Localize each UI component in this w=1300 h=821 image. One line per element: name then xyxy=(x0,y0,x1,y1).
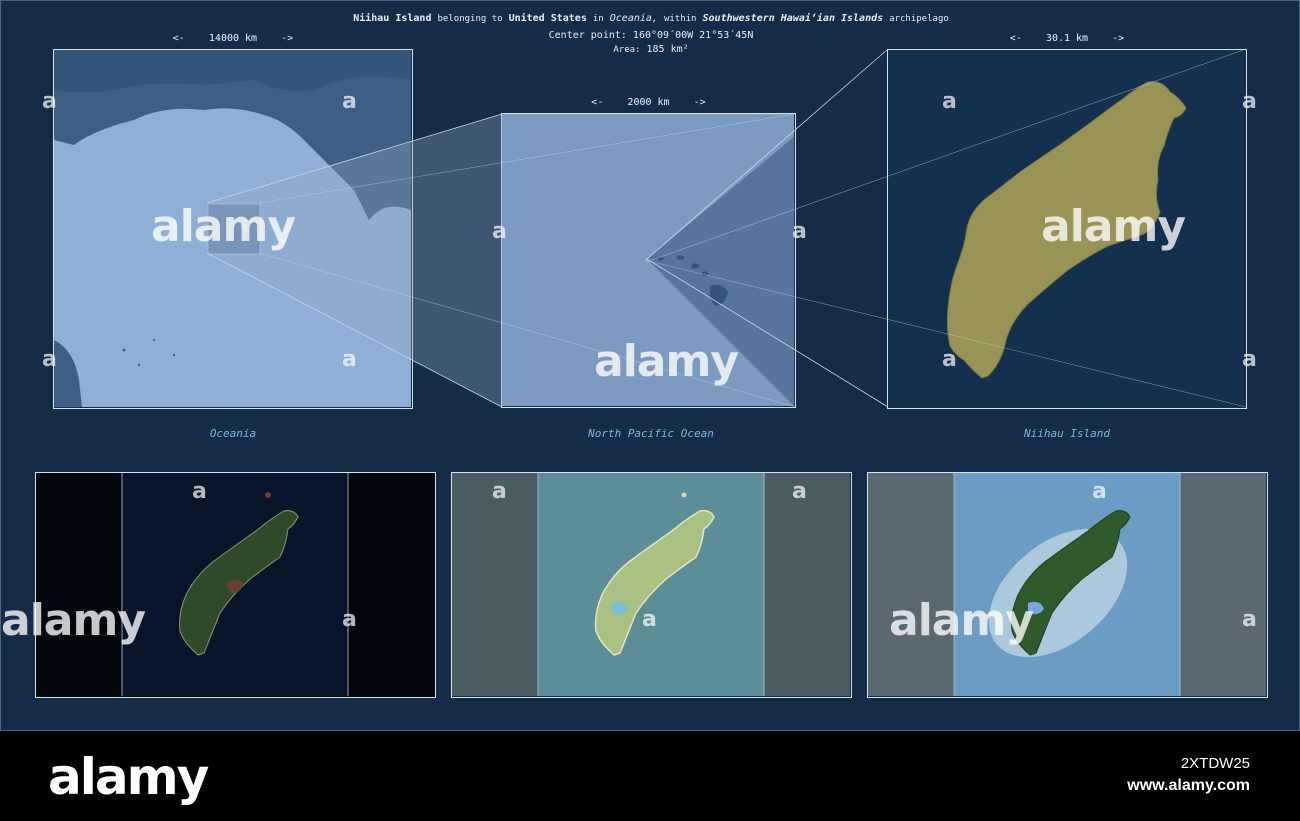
island-name: Niihau Island xyxy=(353,13,432,24)
in-text: in xyxy=(592,14,604,24)
belonging-text: belonging to xyxy=(437,14,503,24)
relief-map xyxy=(868,473,1266,696)
country-name: United States xyxy=(508,13,587,24)
scale-ocean: <- 2000 km -> xyxy=(591,97,706,108)
watermark-letter: a xyxy=(492,219,507,244)
watermark-letter: a xyxy=(492,479,507,504)
map-poster: Niihau Island belonging to United States… xyxy=(0,0,1300,731)
watermark-letter: a xyxy=(1092,479,1107,504)
watermark-letter: a xyxy=(942,89,957,114)
area-label: Area: xyxy=(613,45,641,55)
archipelago-name: Southwestern Hawai‘ian Islands xyxy=(702,13,884,24)
scale-continent: <- 14000 km -> xyxy=(172,33,294,44)
watermark-letter: a xyxy=(1242,607,1257,632)
topographic-map xyxy=(452,473,850,696)
scale-island: <- 30.1 km -> xyxy=(1009,33,1125,44)
satellite-map-panel xyxy=(35,472,436,698)
watermark: alamy xyxy=(889,595,1034,646)
watermark: alamy xyxy=(594,336,739,387)
relief-map-panel xyxy=(867,472,1268,698)
continent-name: Oceania, xyxy=(609,13,658,24)
watermark: alamy xyxy=(1,595,146,646)
watermark-letter: a xyxy=(192,479,207,504)
watermark-letter: a xyxy=(342,89,357,114)
satellite-map xyxy=(36,473,434,696)
caption-ocean: North Pacific Ocean xyxy=(588,427,714,440)
watermark-letter: a xyxy=(1242,89,1257,114)
watermark-letter: a xyxy=(42,89,57,114)
caption-continent: Oceania xyxy=(209,427,257,440)
watermark-letter: a xyxy=(1242,347,1257,372)
area-value: 185 km² xyxy=(646,44,689,55)
watermark-letter: a xyxy=(792,479,807,504)
site-url-link[interactable]: www.alamy.com xyxy=(1127,777,1250,795)
watermark: alamy xyxy=(1041,201,1186,252)
within-text: within xyxy=(663,14,697,24)
watermark-letter: a xyxy=(942,347,957,372)
title-line: Niihau Island belonging to United States… xyxy=(1,13,1300,24)
watermark-letter: a xyxy=(342,347,357,372)
watermark-letter: a xyxy=(792,219,807,244)
watermark-letter: a xyxy=(642,607,657,632)
watermark: alamy xyxy=(151,201,296,252)
topographic-map-panel xyxy=(451,472,852,698)
image-id: 2XTDW25 xyxy=(1180,755,1250,772)
watermark-letter: a xyxy=(42,347,57,372)
watermark-letter: a xyxy=(342,607,357,632)
caption-island: Niihau Island xyxy=(1023,427,1111,440)
archipelago-text: archipelago xyxy=(889,14,949,24)
alamy-logo[interactable]: alamy xyxy=(48,748,209,806)
